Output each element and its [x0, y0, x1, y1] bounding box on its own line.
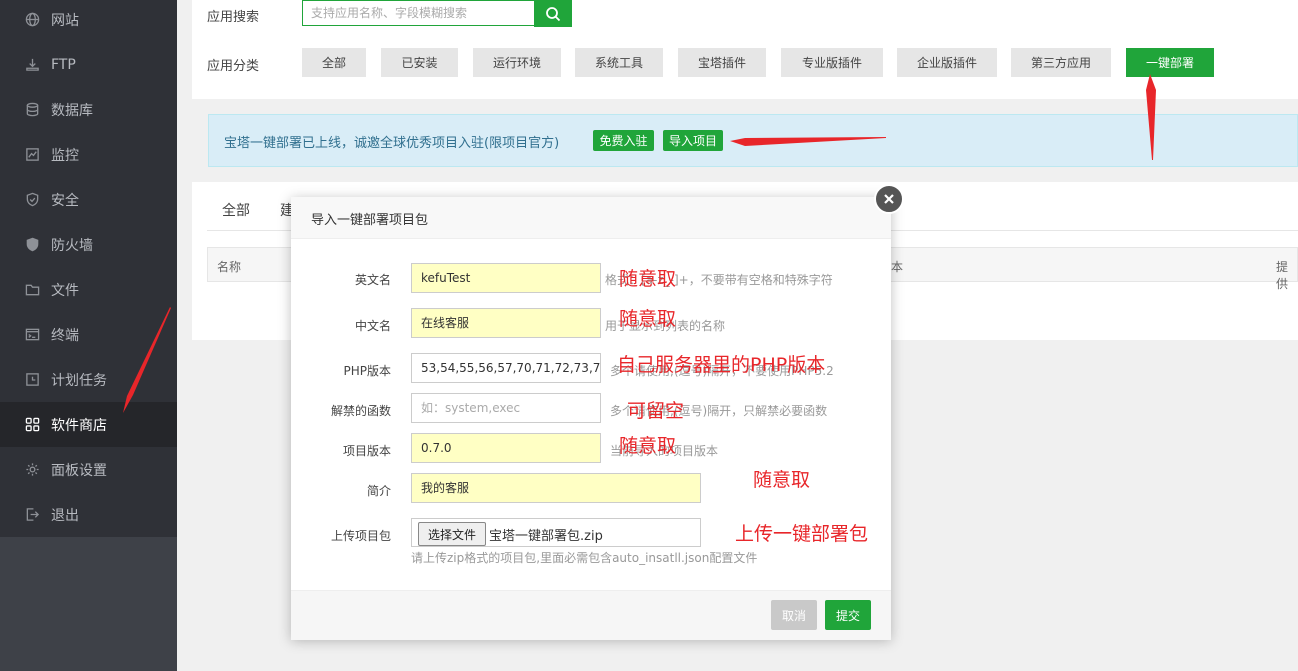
- category-system-tools[interactable]: 系统工具: [575, 48, 663, 77]
- intro-input[interactable]: 我的客服: [411, 473, 701, 503]
- disable-functions-label: 解禁的函数: [330, 404, 391, 418]
- intro-label: 简介: [366, 484, 391, 498]
- upload-label: 上传项目包: [330, 529, 391, 543]
- clock-icon: [24, 372, 40, 388]
- firewall-icon: [24, 237, 40, 253]
- tab-all[interactable]: 全部: [222, 200, 250, 220]
- category-one-click-deploy[interactable]: 一键部署: [1126, 48, 1214, 77]
- sidebar-item-ftp[interactable]: FTP: [0, 42, 177, 87]
- dialog-header: 导入一键部署项目包: [291, 197, 891, 239]
- sidebar-item-software-store[interactable]: 软件商店: [0, 402, 177, 447]
- sidebar-item-settings[interactable]: 面板设置: [0, 447, 177, 492]
- terminal-icon: [24, 327, 40, 343]
- folder-icon: [24, 282, 40, 298]
- project-version-label: 项目版本: [342, 444, 391, 458]
- sidebar-item-monitor[interactable]: 监控: [0, 132, 177, 177]
- app-search-input[interactable]: 支持应用名称、字段模糊搜索: [302, 0, 534, 26]
- sidebar-item-website[interactable]: 网站: [0, 0, 177, 42]
- category-label: 应用分类: [207, 59, 260, 74]
- cn-name-help: 用于显示到列表的名称: [605, 319, 726, 333]
- php-version-input[interactable]: 53,54,55,56,57,70,71,72,73,74,80: [411, 353, 601, 383]
- close-icon: [884, 194, 894, 204]
- sidebar-item-label: FTP: [51, 56, 76, 73]
- sidebar-item-label: 监控: [51, 147, 79, 164]
- cn-name-label: 中文名: [354, 319, 391, 333]
- dialog-close-button[interactable]: [874, 184, 904, 214]
- sidebar-item-database[interactable]: 数据库: [0, 87, 177, 132]
- sidebar-item-label: 防火墙: [51, 237, 93, 254]
- gear-icon: [24, 462, 40, 478]
- sidebar-item-label: 面板设置: [51, 462, 107, 479]
- project-version-help: 当前导入的项目版本: [610, 444, 719, 458]
- en-name-help: 格式：[a-z_-]+，不要带有空格和特殊字符: [605, 273, 833, 287]
- apps-grid-icon: [24, 417, 40, 433]
- deploy-notice-banner: 宝塔一键部署已上线，诚邀全球优秀项目入驻(限项目官方) 免费入驻 导入项目: [208, 114, 1298, 167]
- category-runtime[interactable]: 运行环境: [473, 48, 561, 77]
- sidebar-item-label: 文件: [51, 282, 79, 299]
- sidebar-item-cron[interactable]: 计划任务: [0, 357, 177, 402]
- sidebar-item-firewall[interactable]: 防火墙: [0, 222, 177, 267]
- dialog-title: 导入一键部署项目包: [311, 213, 429, 228]
- sidebar-item-label: 计划任务: [51, 372, 107, 389]
- shield-icon: [24, 192, 40, 208]
- sidebar-item-security[interactable]: 安全: [0, 177, 177, 222]
- php-version-help: 多个请使用,(逗号)隔开，不要使用PHP5.2: [610, 364, 834, 378]
- cancel-button[interactable]: 取消: [771, 600, 817, 630]
- sidebar-item-label: 数据库: [51, 102, 93, 119]
- disable-functions-input[interactable]: 如：system,exec: [411, 393, 601, 423]
- project-version-input[interactable]: 0.7.0: [411, 433, 601, 463]
- disable-functions-help: 多个请使用,(逗号)隔开，只解禁必要函数: [610, 404, 828, 418]
- category-bt-plugins[interactable]: 宝塔插件: [678, 48, 766, 77]
- upload-file-input[interactable]: 选择文件 宝塔一键部署包.zip: [411, 518, 701, 547]
- sidebar-item-label: 网站: [51, 12, 79, 29]
- en-name-label: 英文名: [354, 273, 391, 287]
- php-version-label: PHP版本: [343, 364, 392, 378]
- sidebar-item-files[interactable]: 文件: [0, 267, 177, 312]
- sidebar-item-label: 退出: [51, 507, 79, 524]
- store-filter-card: 应用搜索 支持应用名称、字段模糊搜索 应用分类 全部 已安装 运行环境 系统工具…: [192, 0, 1298, 99]
- dialog-footer: 取消 提交: [291, 590, 891, 640]
- upload-help: 请上传zip格式的项目包,里面必需包含auto_insatll.json配置文件: [411, 551, 758, 565]
- import-project-button[interactable]: 导入项目: [663, 130, 723, 151]
- sidebar-item-label: 安全: [51, 192, 79, 209]
- column-provider: 提供: [1276, 260, 1289, 291]
- monitor-icon: [24, 147, 40, 163]
- column-name: 名称: [217, 260, 242, 274]
- selected-file-name: 宝塔一键部署包.zip: [489, 529, 603, 544]
- globe-icon: [24, 12, 40, 28]
- sidebar-item-logout[interactable]: 退出: [0, 492, 177, 537]
- sidebar-item-label: 终端: [51, 327, 79, 344]
- logout-icon: [24, 507, 40, 523]
- cn-name-input[interactable]: 在线客服: [411, 308, 601, 338]
- choose-file-button[interactable]: 选择文件: [418, 522, 486, 546]
- database-icon: [24, 102, 40, 118]
- sidebar-item-label: 软件商店: [51, 417, 107, 434]
- free-join-button[interactable]: 免费入驻: [593, 130, 654, 151]
- category-pro-plugins[interactable]: 专业版插件: [781, 48, 883, 77]
- notice-text: 宝塔一键部署已上线，诚邀全球优秀项目入驻(限项目官方): [224, 136, 560, 151]
- category-enterprise-plugins[interactable]: 企业版插件: [897, 48, 997, 77]
- category-third-party[interactable]: 第三方应用: [1011, 48, 1111, 77]
- sidebar-item-terminal[interactable]: 终端: [0, 312, 177, 357]
- column-version: 本: [891, 260, 904, 274]
- ftp-icon: [24, 57, 40, 73]
- sidebar: 网站 FTP 数据库 监控 安全 防火墙 文件 终端 计划任务 软件商店 面板设…: [0, 0, 177, 671]
- search-icon: [546, 6, 561, 21]
- search-button[interactable]: [534, 0, 572, 27]
- import-project-dialog: 导入一键部署项目包 英文名 kefuTest 格式：[a-z_-]+，不要带有空…: [291, 197, 891, 640]
- search-label: 应用搜索: [207, 10, 260, 25]
- en-name-input[interactable]: kefuTest: [411, 263, 601, 293]
- category-installed[interactable]: 已安装: [381, 48, 458, 77]
- category-all[interactable]: 全部: [302, 48, 366, 77]
- submit-button[interactable]: 提交: [825, 600, 871, 630]
